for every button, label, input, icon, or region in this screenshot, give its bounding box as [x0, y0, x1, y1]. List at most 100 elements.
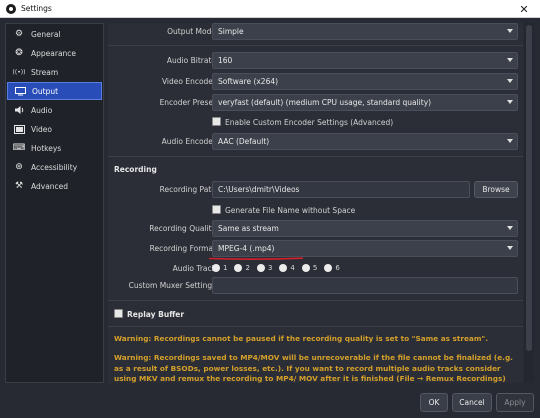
audio-track-label: Audio Track [172, 264, 216, 273]
recording-path-label: Recording Path [159, 185, 216, 194]
close-button[interactable]: ✕ [516, 1, 532, 17]
no-space-checkbox[interactable] [212, 205, 221, 214]
browse-button[interactable]: Browse [474, 181, 518, 198]
recording-path-row: Recording Path C:\Users\dmitr\Videos Bro… [108, 181, 523, 198]
encoder-preset-label: Encoder Preset [159, 98, 216, 107]
audio-track-row: Audio Track 1 2 3 4 5 6 [108, 260, 523, 277]
audio-track-radio[interactable]: 2 [234, 264, 250, 272]
sidebar-item-video[interactable]: Video [7, 120, 102, 138]
settings-sidebar: ⚙ General ❂ Appearance ((•)) Stream Outp… [5, 23, 104, 383]
sidebar-item-appearance[interactable]: ❂ Appearance [7, 44, 102, 62]
sidebar-item-output[interactable]: Output [7, 82, 102, 100]
output-mode-row: Output Mode Simple [108, 23, 523, 40]
chevron-down-icon [507, 29, 513, 33]
sidebar-item-audio[interactable]: Audio [7, 101, 102, 119]
chevron-down-icon [507, 100, 513, 104]
replay-buffer-label[interactable]: Replay Buffer [127, 306, 184, 322]
recording-format-value: MPEG-4 (.mp4) [218, 244, 275, 253]
recording-format-select[interactable]: MPEG-4 (.mp4) [212, 240, 518, 257]
replay-buffer-row: Replay Buffer [108, 306, 523, 323]
sidebar-item-label: Audio [31, 105, 53, 115]
replay-buffer-checkbox[interactable] [114, 309, 123, 318]
audio-track-radio[interactable]: 5 [301, 264, 318, 272]
chevron-down-icon [507, 246, 513, 250]
video-icon [13, 123, 25, 135]
appearance-icon: ❂ [15, 48, 23, 58]
audio-bitrate-row: Audio Bitrate 160 [108, 52, 523, 69]
recording-quality-select[interactable]: Same as stream [212, 220, 518, 237]
audio-encoder-value: AAC (Default) [218, 137, 270, 146]
audio-encoder-select[interactable]: AAC (Default) [212, 133, 518, 150]
sidebar-item-stream[interactable]: ((•)) Stream [7, 63, 102, 81]
sidebar-item-label: Stream [31, 67, 59, 77]
cancel-button[interactable]: Cancel [452, 393, 492, 412]
audio-track-number: 5 [312, 264, 318, 272]
audio-encoder-row: Audio Encoder AAC (Default) [108, 133, 523, 150]
radio-dot [256, 264, 265, 272]
no-space-row: Generate File Name without Space [108, 202, 523, 219]
sidebar-item-label: Accessibility [31, 162, 78, 172]
sidebar-item-label: Advanced [31, 181, 69, 191]
audio-bitrate-label: Audio Bitrate [166, 56, 216, 65]
audio-track-radio[interactable]: 6 [324, 264, 340, 272]
radio-dot [324, 264, 333, 272]
sidebar-item-label: General [31, 29, 61, 39]
recording-path-value: C:\Users\dmitr\Videos [218, 185, 300, 194]
chevron-down-icon [507, 79, 513, 83]
title-bar: Settings ✕ [0, 0, 540, 18]
audio-track-number: 4 [290, 264, 295, 272]
obs-logo-icon [6, 3, 16, 14]
radio-dot [212, 264, 220, 272]
custom-encoder-label[interactable]: Enable Custom Encoder Settings (Advanced… [225, 114, 393, 130]
accessibility-icon: ⊛ [15, 162, 23, 172]
sidebar-item-label: Appearance [31, 48, 77, 58]
section-divider [108, 326, 523, 327]
encoder-preset-select[interactable]: veryfast (default) (medium CPU usage, st… [212, 94, 518, 111]
output-mode-value: Simple [218, 27, 244, 36]
recording-format-row: Recording Format MPEG-4 (.mp4) [108, 240, 523, 257]
custom-muxer-label: Custom Muxer Settings [128, 281, 216, 290]
video-encoder-value: Software (x264) [218, 77, 279, 86]
chevron-down-icon [507, 58, 513, 62]
recording-quality-value: Same as stream [218, 224, 279, 233]
section-divider [108, 156, 523, 157]
audio-bitrate-select[interactable]: 160 [212, 52, 518, 69]
custom-encoder-checkbox[interactable] [212, 117, 221, 126]
output-mode-label: Output Mode [167, 27, 216, 36]
radio-dot [279, 264, 288, 272]
warning-mp4-text: Warning: Recordings saved to MP4/MOV wil… [114, 353, 513, 383]
video-encoder-row: Video Encoder Software (x264) [108, 73, 523, 90]
no-space-label[interactable]: Generate File Name without Space [225, 202, 355, 218]
audio-track-group: 1 2 3 4 5 6 [212, 260, 347, 276]
scrollbar-thumb[interactable] [526, 25, 532, 351]
sidebar-item-advanced[interactable]: ⚒ Advanced [7, 177, 102, 195]
ok-button[interactable]: OK [420, 393, 448, 412]
sidebar-item-hotkeys[interactable]: ⌨ Hotkeys [7, 139, 102, 157]
video-encoder-select[interactable]: Software (x264) [212, 73, 518, 90]
audio-track-number: 1 [223, 264, 228, 272]
recording-format-label: Recording Format [149, 244, 216, 253]
recording-path-input[interactable]: C:\Users\dmitr\Videos [212, 181, 470, 198]
sidebar-item-general[interactable]: ⚙ General [7, 25, 102, 43]
radio-dot [234, 264, 243, 272]
vertical-scrollbar[interactable] [524, 23, 534, 383]
custom-encoder-row: Enable Custom Encoder Settings (Advanced… [108, 114, 523, 131]
sidebar-item-accessibility[interactable]: ⊛ Accessibility [7, 158, 102, 176]
audio-track-number: 2 [245, 264, 250, 272]
warning-pause-text: Warning: Recordings cannot be paused if … [114, 334, 488, 343]
keyboard-icon: ⌨ [12, 143, 26, 153]
output-mode-select[interactable]: Simple [212, 23, 518, 40]
gear-icon: ⚙ [14, 29, 24, 39]
audio-track-radio[interactable]: 4 [279, 264, 295, 272]
audio-track-radio[interactable]: 3 [256, 264, 272, 272]
audio-track-radio[interactable]: 1 [212, 264, 227, 272]
section-divider [108, 45, 523, 46]
stream-icon: ((•)) [12, 68, 26, 76]
sidebar-item-label: Output [32, 86, 59, 96]
section-divider [108, 300, 523, 301]
custom-muxer-input[interactable] [212, 277, 518, 294]
output-settings-panel: Output Mode Simple Audio Bitrate 160 Vid… [108, 23, 523, 383]
apply-button[interactable]: Apply [496, 393, 534, 412]
chevron-down-icon [507, 226, 513, 230]
audio-icon [13, 104, 25, 116]
